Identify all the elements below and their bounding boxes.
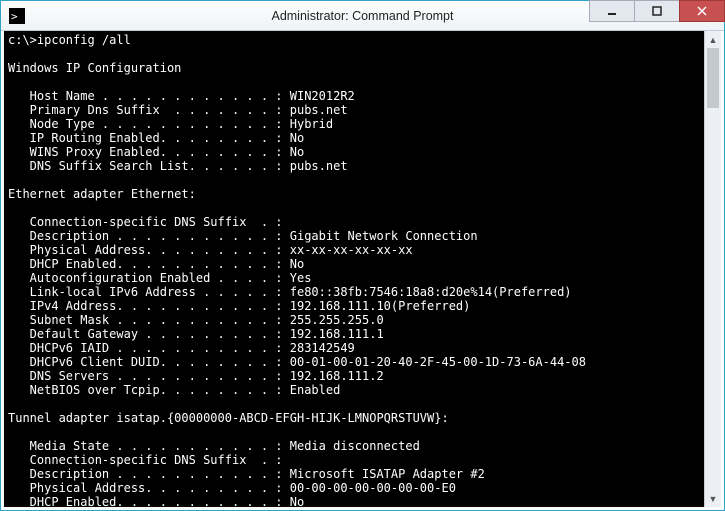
titlebar[interactable]: > Administrator: Command Prompt: [1, 1, 724, 31]
console-client-area[interactable]: c:\>ipconfig /all Windows IP Configurati…: [1, 31, 724, 510]
scroll-thumb[interactable]: [707, 48, 719, 108]
scroll-up-button[interactable]: ▲: [705, 31, 721, 48]
window-controls: [589, 1, 724, 30]
vertical-scrollbar[interactable]: ▲ ▼: [704, 31, 721, 507]
scroll-down-button[interactable]: ▼: [705, 490, 721, 507]
scroll-track[interactable]: [705, 48, 721, 490]
app-icon: >: [9, 8, 25, 24]
svg-text:>: >: [11, 10, 18, 23]
maximize-button[interactable]: [634, 0, 680, 22]
minimize-button[interactable]: [589, 0, 635, 22]
command-prompt-window: > Administrator: Command Prompt c:\>ipco…: [0, 0, 725, 511]
close-button[interactable]: [679, 0, 725, 22]
console-output: c:\>ipconfig /all Windows IP Configurati…: [8, 33, 703, 510]
